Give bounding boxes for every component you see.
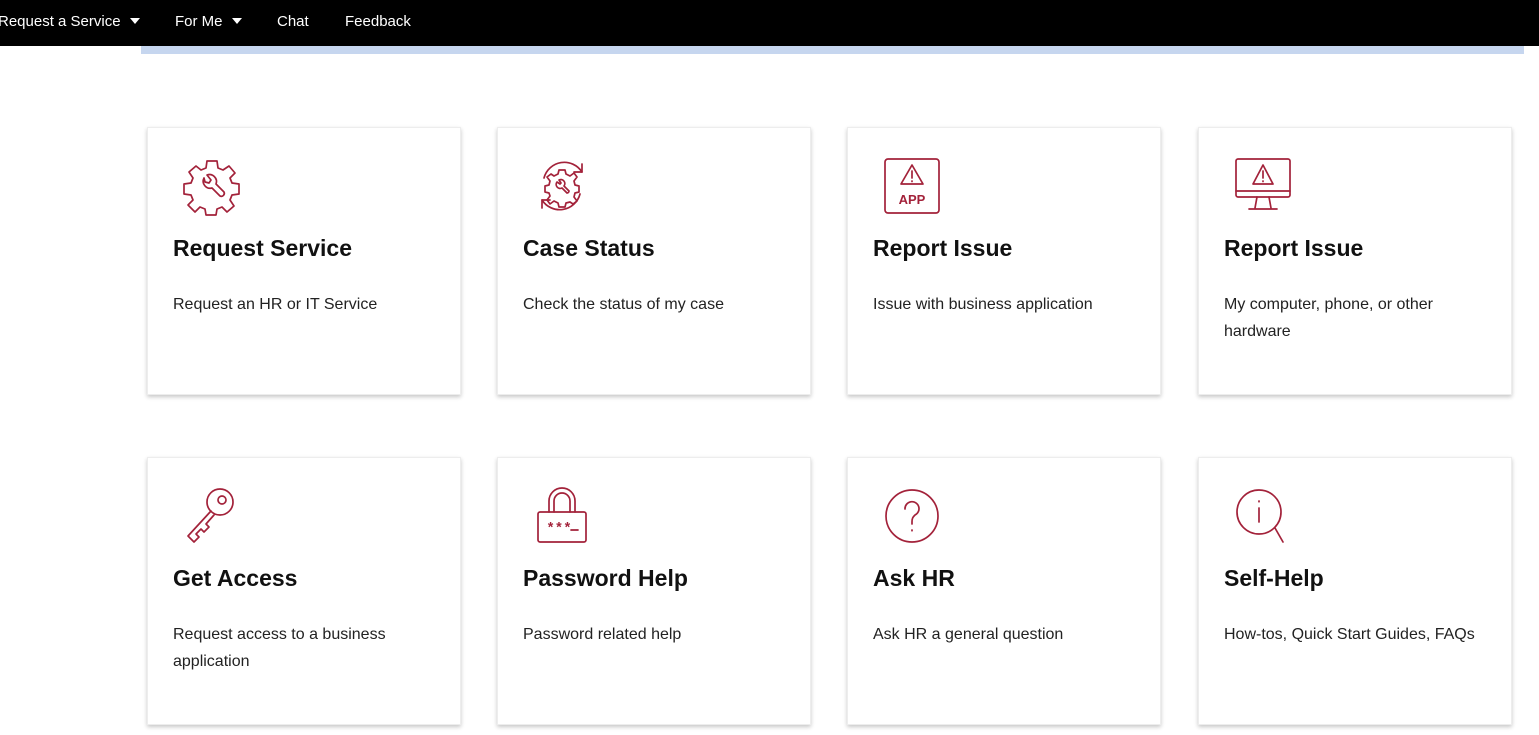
top-nav-bar: Request a Service For Me Chat Feedback: [0, 0, 1539, 46]
card-get-access[interactable]: Get Access Request access to a business …: [147, 457, 461, 725]
card-request-service[interactable]: Request Service Request an HR or IT Serv…: [147, 127, 461, 395]
card-title: Report Issue: [1224, 235, 1364, 261]
info-search-icon: [1233, 486, 1293, 546]
caret-down-icon: [231, 18, 242, 24]
card-title: Report Issue: [873, 235, 1013, 261]
card-title: Self-Help: [1224, 565, 1324, 591]
nav-request-service-dropdown[interactable]: Request a Service: [0, 0, 140, 46]
svg-text:APP: APP: [899, 192, 926, 207]
card-description: How-tos, Quick Start Guides, FAQs: [1224, 626, 1475, 643]
card-title: Get Access: [173, 565, 298, 591]
card-description: Issue with business application: [873, 296, 1093, 313]
svg-text:***: ***: [546, 521, 571, 537]
card-description: My computer, phone, or other hardware: [1224, 296, 1433, 340]
card-ask-hr[interactable]: Ask HR Ask HR a general question: [847, 457, 1161, 725]
card-description: Password related help: [523, 626, 682, 643]
padlock-icon: ***: [532, 486, 592, 546]
nav-chat-link[interactable]: Chat: [277, 0, 309, 46]
nav-for-me-dropdown[interactable]: For Me: [175, 0, 242, 46]
card-title: Request Service: [173, 235, 352, 261]
card-report-issue-app[interactable]: APP Report Issue Issue with business app…: [847, 127, 1161, 395]
nav-for-me-label: For Me: [175, 13, 223, 30]
nav-feedback-link[interactable]: Feedback: [345, 0, 411, 46]
header-accent-bar: [141, 46, 1524, 54]
card-description: Request an HR or IT Service: [173, 296, 378, 313]
app-warning-icon: APP: [882, 156, 942, 216]
question-icon: [882, 486, 942, 546]
card-self-help[interactable]: Self-Help How-tos, Quick Start Guides, F…: [1198, 457, 1512, 725]
card-description: Check the status of my case: [523, 296, 724, 313]
card-title: Ask HR: [873, 565, 955, 591]
monitor-warning-icon: [1233, 156, 1293, 216]
card-case-status[interactable]: Case Status Check the status of my case: [497, 127, 811, 395]
card-report-issue-hardware[interactable]: Report Issue My computer, phone, or othe…: [1198, 127, 1512, 395]
gear-wrench-icon: [182, 156, 242, 216]
key-icon: [182, 486, 242, 546]
card-title: Case Status: [523, 235, 655, 261]
nav-request-service-label: Request a Service: [0, 13, 121, 30]
caret-down-icon: [129, 18, 140, 24]
card-title: Password Help: [523, 565, 688, 591]
card-description: Request access to a business application: [173, 626, 386, 670]
card-description: Ask HR a general question: [873, 626, 1064, 643]
refresh-gear-icon: [532, 156, 592, 216]
card-password-help[interactable]: *** Password Help Password related help: [497, 457, 811, 725]
